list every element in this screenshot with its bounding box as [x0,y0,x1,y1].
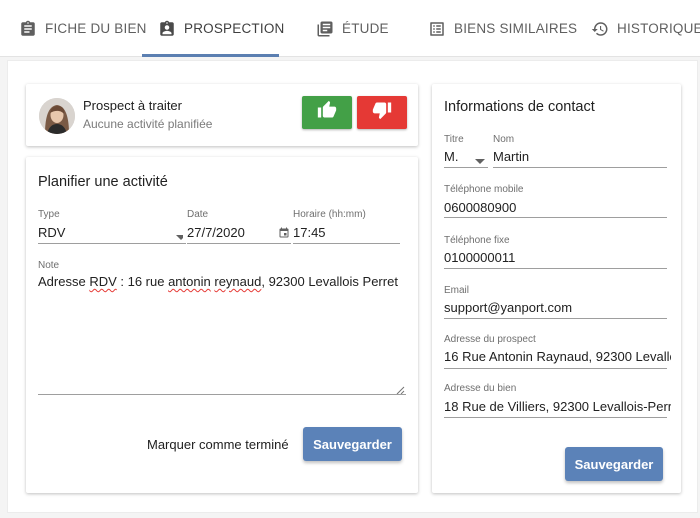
civility-label: Titre [444,134,464,145]
tab-label: FICHE DU BIEN [45,21,147,36]
name-underline [493,167,667,168]
caret-down-icon [475,153,485,167]
property-address-underline [444,417,667,418]
tab-biens-similaires[interactable]: BIENS SIMILAIRES [428,0,577,57]
name-label: Nom [493,134,515,145]
property-address-input[interactable]: 18 Rue de Villiers, 92300 Levallois-Perr… [444,399,671,414]
landline-input[interactable]: 0100000011 [444,250,667,265]
avatar [39,98,75,134]
mobile-input[interactable]: 0600080900 [444,200,667,215]
prospect-status-title: Prospect à traiter [83,98,182,113]
email-underline [444,318,667,319]
tab-historique[interactable]: HISTORIQUE [591,0,700,57]
contact-info-card: Informations de contact Titre M. Nom Mar… [432,84,681,493]
mark-done-button[interactable]: Marquer comme terminé [147,437,289,452]
mobile-label: Téléphone mobile [444,184,524,195]
time-label: Horaire (hh:mm) [293,209,366,220]
thumb-up-button[interactable] [302,96,352,129]
library-icon [316,20,334,38]
active-tab-indicator [142,54,279,57]
date-label: Date [187,209,209,220]
thumb-down-icon [372,100,392,125]
prospect-address-input[interactable]: 16 Rue Antonin Raynaud, 92300 Levallois-… [444,349,671,364]
date-input[interactable]: 27/7/2020 [187,225,291,243]
property-address-label: Adresse du bien [444,383,517,394]
contact-info-title: Informations de contact [444,99,595,115]
contact-badge-icon [158,20,176,38]
mobile-underline [444,217,667,218]
time-underline [293,243,400,244]
civility-select[interactable]: M. [444,149,488,167]
prospect-address-underline [444,368,667,369]
thumb-up-icon [317,100,337,125]
tab-label: HISTORIQUE [617,21,700,36]
civility-underline [444,167,488,168]
tab-label: ÉTUDE [342,21,389,36]
name-input[interactable]: Martin [493,149,667,164]
tab-fiche-du-bien[interactable]: FICHE DU BIEN [19,0,147,57]
plan-activity-title: Planifier une activité [38,174,168,190]
prospect-status-card: Prospect à traiter Aucune activité plani… [26,84,418,146]
type-label: Type [38,209,60,220]
calendar-icon [278,227,290,242]
plan-activity-card: Planifier une activité Type RDV Date 27/… [26,157,418,493]
tab-label: BIENS SIMILAIRES [454,21,578,36]
date-underline [187,243,291,244]
caret-down-icon [176,229,183,243]
landline-underline [444,268,667,269]
email-input[interactable]: support@yanport.com [444,300,667,315]
note-label: Note [38,260,60,271]
prospect-address-label: Adresse du prospect [444,334,536,345]
tab-label: PROSPECTION [184,21,285,36]
type-select[interactable]: RDV [38,225,183,243]
tab-bar: FICHE DU BIEN PROSPECTION ÉTUDE BIENS SI… [0,0,700,57]
prospect-status-subtitle: Aucune activité planifiée [83,117,213,131]
thumb-down-button[interactable] [357,96,407,129]
landline-label: Téléphone fixe [444,235,510,246]
note-textarea[interactable]: Adresse RDV : 16 rue antonin reynaud, 92… [38,274,398,289]
save-activity-button[interactable]: Sauvegarder [303,427,402,461]
history-icon [591,20,609,38]
tab-etude[interactable]: ÉTUDE [316,0,389,57]
save-contact-button[interactable]: Sauvegarder [565,447,663,481]
email-label: Email [444,285,470,296]
clipboard-icon [19,20,37,38]
resize-handle-icon[interactable] [396,382,405,400]
time-input[interactable]: 17:45 [293,225,400,240]
type-underline [38,243,186,244]
list-icon [428,20,446,38]
note-underline [38,394,406,395]
tab-prospection[interactable]: PROSPECTION [158,0,284,57]
